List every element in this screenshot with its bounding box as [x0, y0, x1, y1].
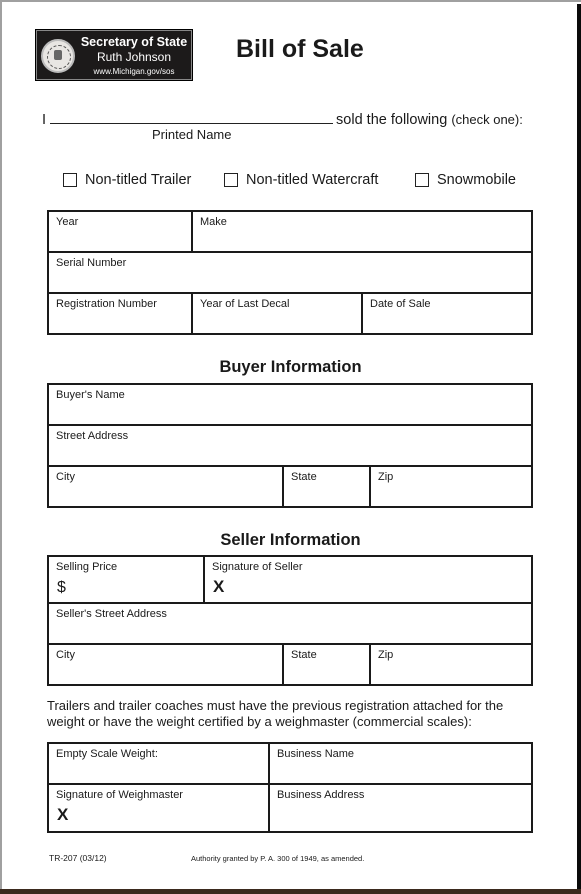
- make-field[interactable]: Make: [191, 210, 533, 253]
- buyer-street-field[interactable]: Street Address: [46, 424, 534, 467]
- option-label: Non-titled Watercraft: [246, 172, 379, 188]
- buyer-name-label: Buyer's Name: [56, 389, 125, 401]
- buyer-info-table: Buyer's Name Street Address City State Z…: [46, 383, 534, 508]
- logo-url: www.Michigan.gov/sos: [93, 67, 175, 76]
- page-shadow-bottom: [0, 889, 581, 894]
- buyer-zip-field[interactable]: Zip: [368, 465, 534, 508]
- buyer-name-field[interactable]: Buyer's Name: [46, 383, 534, 426]
- sold-prefix: I: [42, 112, 47, 128]
- registration-number-label: Registration Number: [56, 298, 157, 310]
- buyer-state-label: State: [291, 471, 317, 483]
- buyer-city-field[interactable]: City: [47, 465, 284, 508]
- printed-name-field[interactable]: [50, 110, 334, 124]
- checkbox[interactable]: [224, 173, 238, 187]
- seller-signature-field[interactable]: Signature of Seller X: [203, 555, 533, 604]
- sold-statement: Isold the following (check one):: [42, 110, 523, 128]
- business-address-field[interactable]: Business Address: [268, 783, 533, 833]
- logo-title: Secretary of State: [80, 35, 188, 49]
- buyer-city-label: City: [56, 471, 75, 483]
- option-non-titled-trailer[interactable]: Non-titled Trailer: [63, 172, 191, 188]
- vehicle-info-table: Year Make Serial Number Registration Num…: [47, 210, 533, 335]
- check-one-hint: (check one):: [451, 112, 523, 127]
- printed-name-label: Printed Name: [152, 127, 232, 142]
- signature-x-mark: X: [57, 805, 69, 824]
- buyer-street-label: Street Address: [56, 430, 129, 442]
- checkbox[interactable]: [415, 173, 429, 187]
- logo-name: Ruth Johnson: [96, 50, 172, 64]
- sold-suffix: sold the following: [336, 112, 448, 128]
- weighmaster-signature-field[interactable]: Signature of Weighmaster X: [47, 783, 270, 833]
- signature-x-mark: X: [213, 577, 225, 596]
- state-seal-icon: [41, 39, 75, 73]
- date-of-sale-label: Date of Sale: [370, 298, 431, 310]
- buyer-section-title: Buyer Information: [219, 358, 362, 376]
- year-label: Year: [56, 216, 79, 228]
- dollar-sign: $: [57, 579, 66, 596]
- year-of-last-decal-label: Year of Last Decal: [200, 298, 290, 310]
- serial-number-label: Serial Number: [56, 257, 127, 269]
- registration-number-field[interactable]: Registration Number: [47, 292, 193, 335]
- date-of-sale-field[interactable]: Date of Sale: [361, 292, 533, 335]
- business-name-label: Business Name: [277, 748, 355, 760]
- page-frame-left: [0, 0, 2, 894]
- page-frame-top: [0, 0, 581, 2]
- seller-city-label: City: [56, 649, 75, 661]
- selling-price-field[interactable]: Selling Price $: [47, 555, 205, 604]
- make-label: Make: [200, 216, 227, 228]
- document-title: Bill of Sale: [236, 35, 364, 63]
- business-address-label: Business Address: [277, 789, 365, 801]
- option-non-titled-watercraft[interactable]: Non-titled Watercraft: [224, 172, 378, 188]
- seller-state-label: State: [291, 649, 317, 661]
- option-snowmobile[interactable]: Snowmobile: [415, 172, 516, 188]
- year-of-last-decal-field[interactable]: Year of Last Decal: [191, 292, 363, 335]
- seller-section-title: Seller Information: [220, 531, 361, 549]
- seller-zip-label: Zip: [378, 649, 394, 661]
- seller-street-label: Seller's Street Address: [56, 608, 167, 620]
- option-label: Non-titled Trailer: [85, 172, 192, 188]
- seller-city-field[interactable]: City: [47, 643, 284, 686]
- business-name-field[interactable]: Business Name: [268, 742, 533, 785]
- seller-street-field[interactable]: Seller's Street Address: [47, 602, 533, 645]
- seller-signature-label: Signature of Seller: [212, 561, 303, 573]
- buyer-state-field[interactable]: State: [282, 465, 371, 508]
- seller-info-table: Selling Price $ Signature of Seller X Se…: [47, 555, 533, 686]
- authority-note: Authority granted by P. A. 300 of 1949, …: [191, 854, 365, 863]
- empty-scale-weight-label: Empty Scale Weight:: [56, 748, 158, 760]
- form-code: TR-207 (03/12): [49, 853, 107, 863]
- year-field[interactable]: Year: [47, 210, 193, 253]
- weighmaster-signature-label: Signature of Weighmaster: [56, 789, 183, 801]
- weight-note: Trailers and trailer coaches must have t…: [47, 698, 504, 729]
- seller-state-field[interactable]: State: [282, 643, 371, 686]
- buyer-zip-label: Zip: [378, 471, 394, 483]
- selling-price-label: Selling Price: [56, 561, 118, 573]
- seller-zip-field[interactable]: Zip: [369, 643, 533, 686]
- weighmaster-table: Empty Scale Weight: Business Name Signat…: [47, 742, 533, 833]
- option-label: Snowmobile: [437, 172, 516, 188]
- sos-logo: Secretary of State Ruth Johnson www.Mich…: [35, 29, 193, 81]
- serial-number-field[interactable]: Serial Number: [47, 251, 533, 294]
- empty-scale-weight-field[interactable]: Empty Scale Weight:: [47, 742, 270, 785]
- page-shadow-right: [577, 4, 581, 894]
- checkbox[interactable]: [63, 173, 77, 187]
